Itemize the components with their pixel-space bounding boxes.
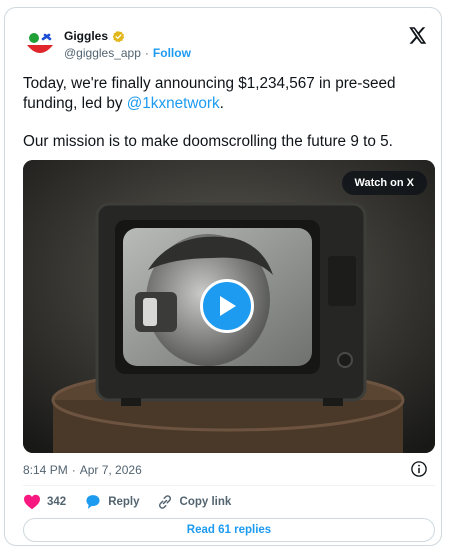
play-button[interactable] [200, 279, 254, 333]
like-button[interactable]: 342 [23, 494, 66, 510]
author-handle[interactable]: @giggles_app [64, 46, 141, 60]
watch-on-x-button[interactable]: Watch on X [341, 171, 427, 195]
giggles-logo [27, 33, 53, 53]
copy-link-label: Copy link [179, 496, 232, 508]
separator: · [71, 463, 76, 477]
read-replies-button[interactable]: Read 61 replies [23, 518, 435, 542]
author-handle-row: @giggles_app · Follow [64, 46, 191, 60]
like-count: 342 [47, 496, 67, 508]
divider [23, 485, 435, 486]
verified-icon [112, 30, 125, 42]
action-bar: 342 Reply Copy link [23, 492, 231, 512]
reply-icon [86, 495, 100, 509]
tweet-card: Giggles @giggles_app · Follow Today, we'… [4, 7, 442, 546]
info-icon[interactable] [410, 460, 428, 478]
link-icon [158, 495, 171, 509]
x-logo-icon[interactable] [409, 27, 427, 44]
heart-icon [24, 494, 40, 510]
tweet-time: 8:14 PM [23, 463, 68, 477]
tweet-text: Today, we're finally announcing $1,234,5… [23, 74, 428, 152]
copy-link-button[interactable]: Copy link [156, 493, 232, 511]
tweet-date: Apr 7, 2026 [79, 463, 142, 477]
reply-label: Reply [108, 496, 140, 508]
reply-button[interactable]: Reply [84, 494, 140, 510]
play-icon [220, 296, 236, 316]
display-name[interactable]: Giggles [64, 29, 108, 43]
separator: · [144, 46, 149, 60]
video-player[interactable]: Watch on X [23, 160, 435, 453]
avatar[interactable] [23, 27, 57, 61]
tweet-paragraph-2: Our mission is to make doomscrolling the… [23, 133, 393, 150]
tweet-paragraph-1: Today, we're finally announcing $1,234,5… [23, 74, 428, 113]
mention-link[interactable]: @1kxnetwork [127, 95, 220, 112]
follow-button[interactable]: Follow [153, 46, 191, 60]
author-name-row: Giggles [64, 29, 125, 43]
tweet-timestamp[interactable]: 8:14 PM · Apr 7, 2026 [23, 463, 142, 477]
tweet-text-part: . [219, 94, 224, 112]
